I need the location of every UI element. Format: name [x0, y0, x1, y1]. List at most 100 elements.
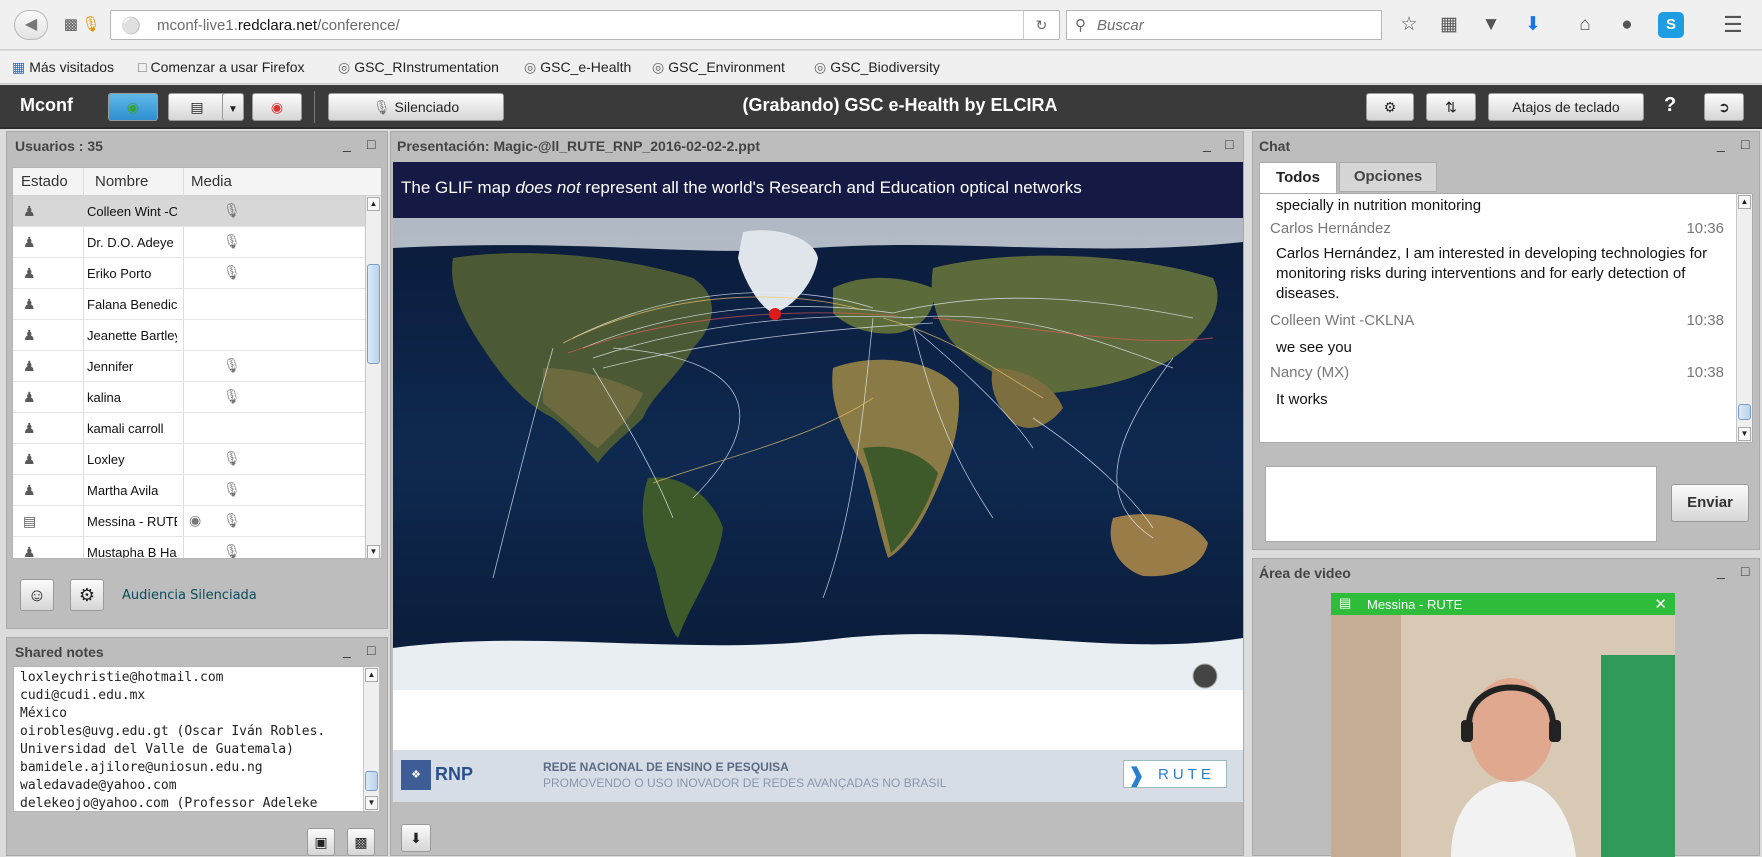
- user-icon: ♟: [23, 358, 36, 374]
- logout-button[interactable]: ➲: [1704, 93, 1744, 121]
- table-row[interactable]: ♟ kalina 🎙: [13, 382, 365, 413]
- chat-bubble-icon[interactable]: ●: [1614, 12, 1640, 38]
- skype-icon[interactable]: S: [1658, 12, 1684, 38]
- users-scrollbar[interactable]: ▲ ▼: [365, 196, 381, 558]
- col-nombre[interactable]: Nombre: [95, 173, 148, 190]
- slide-header: The GLIF map does not represent all the …: [393, 162, 1243, 218]
- new-note-button[interactable]: ▣: [307, 828, 335, 856]
- url-bar[interactable]: ⚪ mconf-live1.redclara.net/conference/ ↻: [110, 10, 1060, 40]
- emoji-status-button[interactable]: ☺: [20, 579, 54, 611]
- home-icon[interactable]: ⌂: [1572, 12, 1598, 38]
- microphone-muted-icon: 🎙: [372, 99, 391, 115]
- bookmark-getting-started[interactable]: □ Comenzar a usar Firefox: [138, 59, 305, 75]
- browser-navbar: ◀ ▩ 🎙 ⚪ mconf-live1.redclara.net/confere…: [0, 0, 1762, 50]
- table-row[interactable]: ♟ Mustapha B Ha 🎙: [13, 537, 365, 559]
- webcam-dropdown-button[interactable]: ▼: [222, 93, 244, 121]
- download-icon[interactable]: ⬇: [1520, 12, 1546, 38]
- scroll-up-icon[interactable]: ▲: [1738, 195, 1751, 209]
- table-row[interactable]: ♟ Loxley 🎙: [13, 444, 365, 475]
- users-table-header: Estado Nombre Media: [13, 168, 381, 558]
- menu-icon[interactable]: ☰: [1720, 12, 1746, 38]
- chat-time: 10:38: [1686, 364, 1724, 381]
- download-presentation-button[interactable]: ⬇: [401, 824, 431, 852]
- presentation-title: Presentación: Magic-@ll_RUTE_RNP_2016-02…: [397, 138, 760, 154]
- table-row[interactable]: ♟ Dr. D.O. Adeye 🎙: [13, 227, 365, 258]
- bookmark-gsc-ehealth[interactable]: ◎ GSC_e-Health: [524, 59, 631, 76]
- table-row[interactable]: ♟ Falana Benedic: [13, 289, 365, 320]
- search-bar[interactable]: ⚲ Buscar: [1066, 10, 1382, 40]
- slide-footer: ❖ RNP REDE NACIONAL DE ENSINO E PESQUISA…: [393, 750, 1243, 802]
- bookmark-star-icon[interactable]: ☆: [1396, 12, 1422, 38]
- maximize-icon[interactable]: □: [1741, 136, 1749, 152]
- col-estado[interactable]: Estado: [21, 173, 68, 190]
- maximize-icon[interactable]: □: [367, 136, 375, 152]
- tab-todos[interactable]: Todos: [1259, 162, 1337, 194]
- send-button[interactable]: Enviar: [1671, 484, 1749, 522]
- bookmark-most-visited[interactable]: ▦ Más visitados: [12, 59, 114, 76]
- scroll-down-icon[interactable]: ▼: [367, 545, 380, 558]
- microphone-icon: 🎙: [223, 202, 241, 218]
- table-row[interactable]: ♟ Jennifer 🎙: [13, 351, 365, 382]
- chat-input[interactable]: [1265, 466, 1657, 542]
- maximize-icon[interactable]: □: [1741, 563, 1749, 579]
- table-row[interactable]: ♟ kamali carroll: [13, 413, 365, 444]
- scroll-thumb[interactable]: [365, 771, 378, 791]
- table-row[interactable]: ▤ Messina - RUTE ◉ 🎙: [13, 506, 365, 537]
- user-icon: ♟: [23, 482, 36, 498]
- desktop-share-button[interactable]: ◉: [252, 93, 302, 121]
- notes-textarea[interactable]: loxleychristie@hotmail.com cudi@cudi.edu…: [13, 666, 371, 812]
- reload-button[interactable]: ↻: [1023, 11, 1059, 39]
- close-icon[interactable]: ✕: [1654, 595, 1667, 613]
- keyboard-shortcuts-button[interactable]: Atajos de teclado: [1488, 93, 1644, 121]
- slide[interactable]: The GLIF map does not represent all the …: [393, 162, 1243, 802]
- video-window[interactable]: ▤ Messina - RUTE ✕: [1331, 593, 1675, 857]
- bookmark-gsc-rinstrumentation[interactable]: ◎ GSC_RInstrumentation: [338, 59, 499, 76]
- help-button[interactable]: ?: [1664, 94, 1676, 117]
- reload-icon: ↻: [1035, 17, 1048, 33]
- scroll-thumb[interactable]: [367, 264, 380, 364]
- scroll-thumb[interactable]: [1738, 404, 1751, 420]
- download-icon: ⬇: [410, 830, 422, 846]
- layout-button[interactable]: ⇅: [1426, 93, 1476, 121]
- mute-button[interactable]: 🎙 Silenciado: [328, 93, 504, 121]
- scroll-down-icon[interactable]: ▼: [365, 796, 378, 810]
- table-row[interactable]: ♟ Eriko Porto 🎙: [13, 258, 365, 289]
- microphone-muted-icon: 🎙: [223, 450, 241, 466]
- microphone-icon[interactable]: 🎙: [78, 12, 104, 38]
- table-row[interactable]: ♟ Jeanette Bartley: [13, 320, 365, 351]
- scroll-up-icon[interactable]: ▲: [367, 197, 380, 211]
- minimize-icon[interactable]: _: [343, 642, 351, 658]
- headset-icon: ◉: [126, 99, 140, 115]
- user-icon: ♟: [23, 544, 36, 559]
- minimize-icon[interactable]: _: [1717, 563, 1725, 579]
- col-media[interactable]: Media: [191, 173, 232, 190]
- pocket-icon[interactable]: ▼: [1478, 12, 1504, 38]
- bookmark-folder-icon: ▦: [12, 59, 26, 75]
- settings-button[interactable]: ⚙: [1366, 93, 1414, 121]
- maximize-icon[interactable]: □: [1225, 136, 1233, 152]
- minimize-icon[interactable]: _: [1203, 136, 1211, 152]
- reading-list-icon[interactable]: ▦: [1436, 12, 1462, 38]
- user-icon: ♟: [23, 265, 36, 281]
- table-row[interactable]: ♟ Colleen Wint -C 🎙: [13, 196, 365, 227]
- scroll-up-icon[interactable]: ▲: [365, 668, 378, 682]
- map-marker: [769, 308, 781, 320]
- webcam-button[interactable]: ▤: [168, 93, 226, 121]
- minimize-icon[interactable]: _: [343, 136, 351, 152]
- chat-message-text: Carlos Hernández, I am interested in dev…: [1276, 245, 1708, 302]
- notes-scrollbar[interactable]: ▲ ▼: [363, 667, 379, 811]
- table-row[interactable]: ♟ Martha Avila 🎙: [13, 475, 365, 506]
- chat-scrollbar[interactable]: ▲ ▼: [1736, 194, 1752, 442]
- back-button[interactable]: ◀: [14, 10, 48, 40]
- scroll-down-icon[interactable]: ▼: [1738, 427, 1751, 441]
- minimize-icon[interactable]: _: [1717, 136, 1725, 152]
- toggle-headset-button[interactable]: ◉: [108, 93, 158, 121]
- chat-panel: Chat _ □ Todos Opciones specially in nut…: [1252, 131, 1760, 550]
- tab-opciones[interactable]: Opciones: [1339, 162, 1437, 192]
- bookmark-gsc-biodiversity[interactable]: ◎ GSC_Biodiversity: [814, 59, 940, 76]
- bookmark-gsc-environment[interactable]: ◎ GSC_Environment: [652, 59, 785, 76]
- users-settings-button[interactable]: ⚙: [70, 579, 104, 611]
- save-notes-button[interactable]: ▩: [347, 828, 375, 856]
- maximize-icon[interactable]: □: [367, 642, 375, 658]
- chat-time: 10:38: [1686, 312, 1724, 329]
